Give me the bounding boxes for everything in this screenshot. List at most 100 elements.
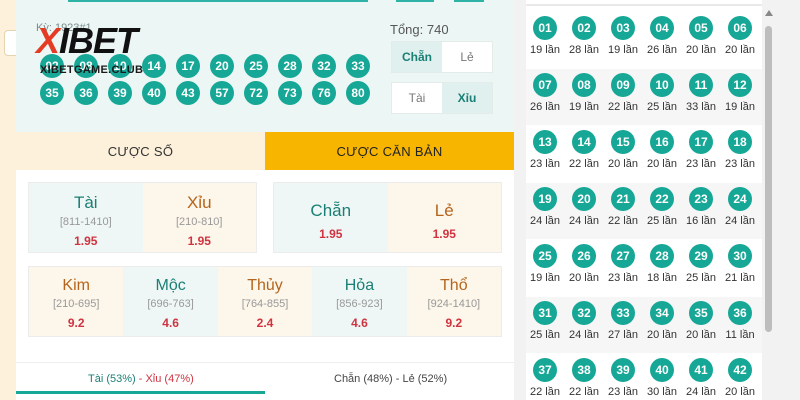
frequency-cell: 05 20 lần bbox=[682, 16, 720, 66]
frequency-cell: 30 21 lần bbox=[721, 244, 759, 294]
frequency-count: 24 lần bbox=[686, 386, 716, 398]
frequency-count: 23 lần bbox=[608, 386, 638, 398]
number-ball: 04 bbox=[650, 16, 674, 40]
stat-taixiu[interactable]: Tài (53%) - Xỉu (47%) bbox=[88, 373, 194, 385]
frequency-count: 25 lần bbox=[647, 215, 677, 227]
result-ball: 36 bbox=[74, 81, 98, 105]
stat-sep: - bbox=[135, 373, 146, 385]
tab-number-bets[interactable]: CƯỢC SỐ bbox=[16, 132, 265, 170]
frequency-count: 22 lần bbox=[530, 386, 560, 398]
bet-odds: 4.6 bbox=[351, 316, 368, 330]
number-ball: 35 bbox=[689, 301, 713, 325]
frequency-count: 33 lần bbox=[686, 101, 716, 113]
elements-card: Kim [210-695] 9.2 Mộc [696-763] 4.6 Thủy [764-8… bbox=[28, 266, 502, 337]
frequency-count: 21 lần bbox=[725, 272, 755, 284]
number-ball: 10 bbox=[650, 73, 674, 97]
frequency-cell: 27 23 lần bbox=[604, 244, 642, 294]
result-ball: 33 bbox=[346, 54, 370, 78]
result-ball: 57 bbox=[210, 81, 234, 105]
total-label: Tổng: 740 bbox=[390, 22, 449, 37]
result-area: Kỳ: 1923#1 02 08 10 14 17 20 25 28 32 33 35 36 39 40 4… bbox=[16, 0, 514, 132]
number-ball: 13 bbox=[533, 130, 557, 154]
result-ball: 28 bbox=[278, 54, 302, 78]
number-ball: 22 bbox=[650, 187, 674, 211]
bet-odds: 1.95 bbox=[74, 234, 98, 248]
toggle-chan[interactable]: Chẵn bbox=[392, 42, 442, 72]
number-ball: 08 bbox=[572, 73, 596, 97]
frequency-cell: 20 24 lần bbox=[565, 187, 603, 237]
scroll-up-icon[interactable] bbox=[765, 10, 773, 16]
number-ball: 23 bbox=[689, 187, 713, 211]
frequency-count: 20 lần bbox=[647, 329, 677, 341]
tab-basic-bets[interactable]: CƯỢC CĂN BẢN bbox=[265, 132, 514, 170]
frequency-cell: 19 24 lần bbox=[526, 187, 564, 237]
toggle-tai[interactable]: Tài bbox=[392, 83, 442, 113]
result-ball: 76 bbox=[312, 81, 336, 105]
frequency-cell: 35 20 lần bbox=[682, 301, 720, 351]
number-ball: 06 bbox=[728, 16, 752, 40]
frequency-count: 19 lần bbox=[530, 272, 560, 284]
number-ball: 39 bbox=[611, 358, 635, 382]
scroll-thumb[interactable] bbox=[765, 26, 772, 332]
number-ball: 36 bbox=[728, 301, 752, 325]
frequency-cell: 32 24 lần bbox=[565, 301, 603, 351]
result-ball: 32 bbox=[312, 54, 336, 78]
frequency-cell: 21 22 lần bbox=[604, 187, 642, 237]
frequency-count: 28 lần bbox=[569, 44, 599, 56]
frequency-count: 20 lần bbox=[686, 44, 716, 56]
divider bbox=[454, 0, 484, 2]
bet-range: [696-763] bbox=[147, 298, 194, 310]
bet-name: Thổ bbox=[440, 277, 468, 294]
bet-option[interactable]: Tài [811-1410] 1.95 bbox=[29, 183, 143, 252]
number-ball: 07 bbox=[533, 73, 557, 97]
frequency-count: 20 lần bbox=[569, 272, 599, 284]
bet-option[interactable]: Thổ [924-1410] 9.2 bbox=[406, 267, 502, 336]
bet-range: [764-855] bbox=[241, 298, 289, 310]
side-tab[interactable] bbox=[4, 30, 16, 56]
toggle-xiu[interactable]: Xỉu bbox=[442, 83, 492, 113]
toggle-le[interactable]: Lẻ bbox=[442, 42, 492, 72]
number-ball: 05 bbox=[689, 16, 713, 40]
number-ball: 33 bbox=[611, 301, 635, 325]
number-ball: 37 bbox=[533, 358, 557, 382]
frequency-count: 24 lần bbox=[569, 215, 599, 227]
bet-option[interactable]: Chẵn 1.95 bbox=[274, 183, 388, 252]
frequency-count: 20 lần bbox=[647, 158, 677, 170]
bet-option[interactable]: Mộc [696-763] 4.6 bbox=[123, 267, 218, 336]
frequency-cell: 13 23 lần bbox=[526, 130, 564, 180]
bet-option[interactable]: Hỏa [856-923] 4.6 bbox=[312, 267, 407, 336]
panel-top bbox=[526, 0, 762, 6]
number-ball: 26 bbox=[572, 244, 596, 268]
number-ball: 42 bbox=[728, 358, 752, 382]
number-ball: 17 bbox=[689, 130, 713, 154]
frequency-count: 20 lần bbox=[608, 158, 638, 170]
number-ball: 03 bbox=[611, 16, 635, 40]
number-ball: 40 bbox=[650, 358, 674, 382]
frequency-cell: 37 22 lần bbox=[526, 358, 564, 400]
frequency-count: 25 lần bbox=[530, 329, 560, 341]
divider bbox=[396, 0, 434, 2]
bet-name: Chẵn bbox=[310, 201, 352, 220]
frequency-cell: 29 25 lần bbox=[682, 244, 720, 294]
result-ball: 72 bbox=[244, 81, 268, 105]
bet-option[interactable]: Kim [210-695] 9.2 bbox=[29, 267, 124, 336]
frequency-count: 16 lần bbox=[686, 215, 716, 227]
logo-rest: IBET bbox=[59, 20, 138, 61]
bet-option[interactable]: Xỉu [210-810] 1.95 bbox=[142, 183, 256, 252]
frequency-count: 22 lần bbox=[569, 158, 599, 170]
frequency-cell: 07 26 lần bbox=[526, 73, 564, 123]
bet-option[interactable]: Thủy [764-855] 2.4 bbox=[217, 267, 313, 336]
frequency-count: 25 lần bbox=[647, 101, 677, 113]
number-ball: 21 bbox=[611, 187, 635, 211]
frequency-cell: 33 27 lần bbox=[604, 301, 642, 351]
number-ball: 38 bbox=[572, 358, 596, 382]
number-ball: 24 bbox=[728, 187, 752, 211]
frequency-count: 24 lần bbox=[725, 215, 755, 227]
scrollbar[interactable] bbox=[762, 0, 776, 400]
bet-range: [811-1410] bbox=[59, 216, 112, 228]
stat-chanle[interactable]: Chẵn (48%) - Lẻ (52%) bbox=[334, 373, 447, 385]
frequency-cell: 12 19 lần bbox=[721, 73, 759, 123]
bet-option[interactable]: Lẻ 1.95 bbox=[387, 183, 501, 252]
frequency-count: 18 lần bbox=[647, 272, 677, 284]
frequency-cell: 18 23 lần bbox=[721, 130, 759, 180]
